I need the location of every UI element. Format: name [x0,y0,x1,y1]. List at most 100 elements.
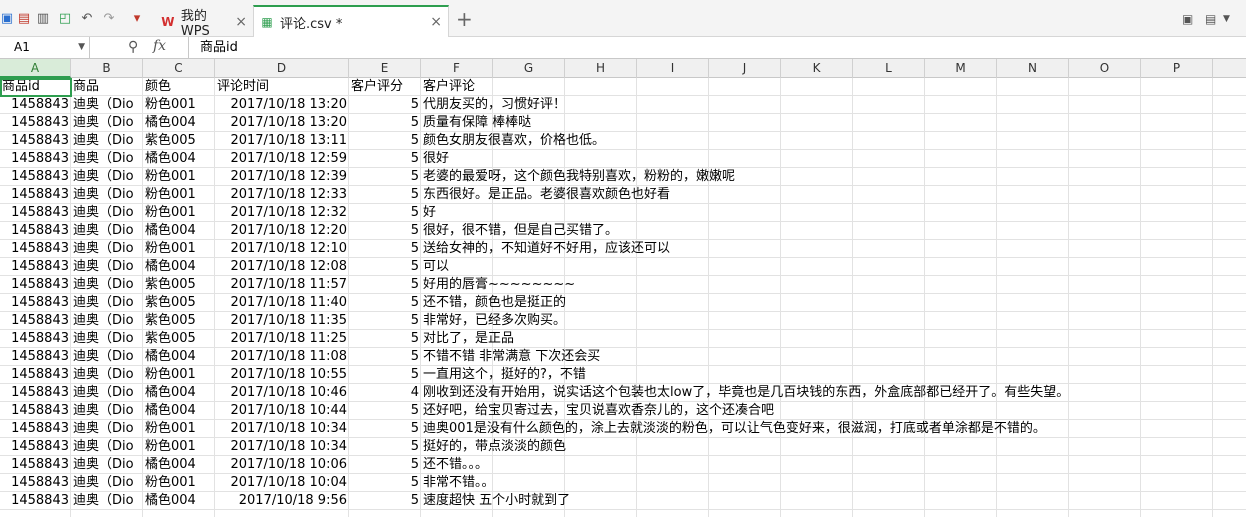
cell-c[interactable]: 橘色004 [143,222,215,240]
cell-e[interactable]: 5 [349,438,421,456]
cell-b[interactable]: 迪奥（Dio [71,366,143,384]
cell-e[interactable]: 5 [349,204,421,222]
cell-f[interactable]: 挺好的，带点淡淡的颜色 [421,438,1246,456]
chevron-down-icon[interactable]: ▼ [78,37,85,58]
close-icon[interactable]: × [235,14,247,30]
cell-d[interactable]: 2017/10/18 11:35 [215,312,349,330]
cell-d[interactable]: 2017/10/18 11:57 [215,276,349,294]
undo-icon[interactable]: ↶ [80,11,94,26]
name-box[interactable]: A1 ▼ [0,37,90,58]
cell-b[interactable]: 迪奥（Dio [71,312,143,330]
cell-f[interactable]: 对比了，是正品 [421,330,1246,348]
cell-a[interactable]: 1458843 [0,186,71,204]
cell-f[interactable]: 还不错，颜色也是挺正的 [421,294,1246,312]
cell-a[interactable]: 1458843 [0,420,71,438]
cell-c[interactable]: 粉色001 [143,204,215,222]
column-header-f[interactable]: F [421,59,493,78]
cell-b[interactable]: 迪奥（Dio [71,330,143,348]
cell-b[interactable]: 迪奥（Dio [71,222,143,240]
cell-d[interactable]: 2017/10/18 11:40 [215,294,349,312]
cell-e[interactable]: 5 [349,114,421,132]
cell-e[interactable]: 5 [349,456,421,474]
cell-d[interactable]: 2017/10/18 10:46 [215,384,349,402]
cell-c[interactable]: 橘色004 [143,456,215,474]
column-header-p[interactable]: P [1141,59,1213,78]
cell-b[interactable]: 迪奥（Dio [71,474,143,492]
cell-a[interactable]: 1458843 [0,492,71,510]
cell-a[interactable]: 1458843 [0,384,71,402]
cell-b[interactable]: 迪奥（Dio [71,204,143,222]
column-header-i[interactable]: I [637,59,709,78]
cell-b[interactable]: 迪奥（Dio [71,150,143,168]
cell-e[interactable]: 5 [349,366,421,384]
cell-c[interactable]: 粉色001 [143,420,215,438]
cell-f[interactable]: 好用的唇膏~~~~~~~~ [421,276,1246,294]
cell-d[interactable]: 2017/10/18 10:34 [215,420,349,438]
cell-d[interactable]: 评论时间 [215,78,349,96]
cell-a[interactable]: 1458843 [0,294,71,312]
cell-b[interactable]: 迪奥（Dio [71,258,143,276]
cell-c[interactable]: 橘色004 [143,348,215,366]
cell-a[interactable]: 1458843 [0,150,71,168]
cell-d[interactable]: 2017/10/18 13:11 [215,132,349,150]
cell-d[interactable]: 2017/10/18 13:20 [215,114,349,132]
cell-a[interactable]: 1458843 [0,258,71,276]
cell-e[interactable]: 5 [349,420,421,438]
column-header-c[interactable]: C [143,59,215,78]
cell-f[interactable]: 送给女神的，不知道好不好用，应该还可以 [421,240,1246,258]
cell-b[interactable]: 迪奥（Dio [71,420,143,438]
cell-e[interactable]: 5 [349,168,421,186]
cell-a[interactable]: 1458843 [0,330,71,348]
column-header-g[interactable]: G [493,59,565,78]
column-header-k[interactable]: K [781,59,853,78]
cell-a[interactable]: 1458843 [0,474,71,492]
cell-e[interactable]: 5 [349,240,421,258]
column-header-b[interactable]: B [71,59,143,78]
cell-e[interactable]: 5 [349,492,421,510]
cell-e[interactable]: 5 [349,258,421,276]
cell-d[interactable]: 2017/10/18 10:34 [215,438,349,456]
cell-d[interactable]: 2017/10/18 11:08 [215,348,349,366]
cell-b[interactable]: 迪奥（Dio [71,492,143,510]
export-pdf-icon[interactable]: ▤ [17,11,31,26]
cell-c[interactable]: 粉色001 [143,240,215,258]
save-icon[interactable]: ▣ [0,11,14,26]
cell-a[interactable]: 1458843 [0,240,71,258]
cell-c[interactable]: 橘色004 [143,114,215,132]
column-header-l[interactable]: L [853,59,925,78]
new-tab-button[interactable]: + [456,9,473,29]
cell-d[interactable]: 2017/10/18 13:20 [215,96,349,114]
cell-b[interactable]: 迪奥（Dio [71,294,143,312]
minimize-icon[interactable]: ▣ [1182,12,1193,26]
cell-d[interactable]: 2017/10/18 12:39 [215,168,349,186]
cell-c[interactable]: 橘色004 [143,402,215,420]
cell-c[interactable]: 粉色001 [143,366,215,384]
cell-c[interactable]: 橘色004 [143,384,215,402]
column-header-e[interactable]: E [349,59,421,78]
cell-c[interactable]: 紫色005 [143,132,215,150]
cell-e[interactable]: 5 [349,312,421,330]
cell-e[interactable]: 5 [349,222,421,240]
cell-f[interactable]: 可以 [421,258,1246,276]
cell-a[interactable]: 1458843 [0,96,71,114]
customize-toolbar-icon[interactable]: ▾ [130,11,144,26]
cell-c[interactable]: 橘色004 [143,150,215,168]
cell-b[interactable]: 迪奥（Dio [71,132,143,150]
cell-e[interactable]: 5 [349,474,421,492]
tab-my-wps[interactable]: W 我的WPS × [155,6,253,39]
cell-d[interactable]: 2017/10/18 11:25 [215,330,349,348]
cell-a[interactable]: 1458843 [0,312,71,330]
column-header-j[interactable]: J [709,59,781,78]
cell-f[interactable]: 颜色女朋友很喜欢，价格也低。 [421,132,1246,150]
cell-d[interactable]: 2017/10/18 9:56 [215,492,349,510]
cell-d[interactable]: 2017/10/18 12:20 [215,222,349,240]
spreadsheet-grid[interactable]: 商品id 商品 颜色 评论时间 客户评分 客户评论 1458843 迪奥（Dio 粉色001 20… [0,78,1246,517]
cell-e[interactable]: 5 [349,348,421,366]
function-icon[interactable]: fx [153,38,166,54]
cell-f[interactable]: 代朋友买的，习惯好评！ [421,96,1246,114]
cell-a[interactable]: 1458843 [0,348,71,366]
cell-e[interactable]: 5 [349,276,421,294]
tab-comments-csv[interactable]: ▦ 评论.csv * × [253,5,449,37]
cell-c[interactable]: 紫色005 [143,312,215,330]
cell-b[interactable]: 迪奥（Dio [71,168,143,186]
